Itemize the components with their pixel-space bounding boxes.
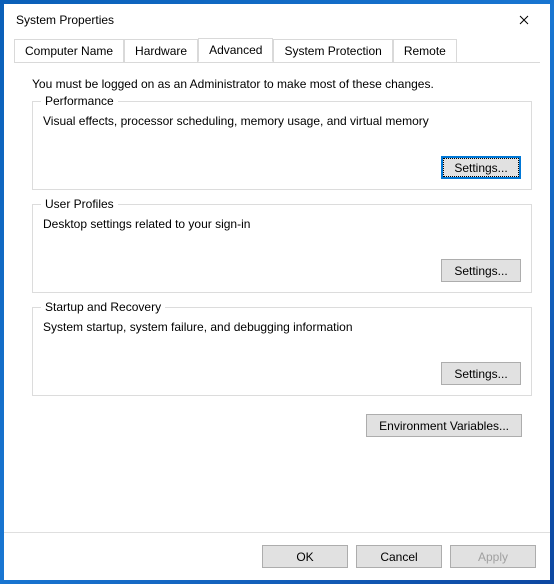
user-profiles-desc: Desktop settings related to your sign-in	[43, 217, 521, 231]
startup-recovery-group: Startup and Recovery System startup, sys…	[32, 307, 532, 396]
tab-system-protection[interactable]: System Protection	[273, 39, 392, 63]
startup-recovery-settings-button[interactable]: Settings...	[441, 362, 521, 385]
close-icon[interactable]	[506, 6, 542, 34]
performance-desc: Visual effects, processor scheduling, me…	[43, 114, 521, 128]
tab-strip: Computer Name Hardware Advanced System P…	[4, 38, 550, 62]
user-profiles-legend: User Profiles	[41, 197, 118, 211]
environment-variables-button[interactable]: Environment Variables...	[366, 414, 522, 437]
intro-text: You must be logged on as an Administrato…	[32, 77, 532, 91]
titlebar: System Properties	[4, 4, 550, 36]
user-profiles-settings-button[interactable]: Settings...	[441, 259, 521, 282]
tab-computer-name[interactable]: Computer Name	[14, 39, 124, 63]
ok-button[interactable]: OK	[262, 545, 348, 568]
startup-recovery-legend: Startup and Recovery	[41, 300, 165, 314]
cancel-button[interactable]: Cancel	[356, 545, 442, 568]
user-profiles-group: User Profiles Desktop settings related t…	[32, 204, 532, 293]
apply-button[interactable]: Apply	[450, 545, 536, 568]
window-title: System Properties	[16, 13, 506, 27]
performance-settings-button[interactable]: Settings...	[441, 156, 521, 179]
advanced-panel: You must be logged on as an Administrato…	[4, 63, 550, 532]
tab-advanced[interactable]: Advanced	[198, 38, 273, 62]
tab-remote[interactable]: Remote	[393, 39, 457, 63]
performance-legend: Performance	[41, 94, 118, 108]
dialog-button-row: OK Cancel Apply	[4, 532, 550, 580]
tab-underline	[14, 62, 540, 63]
system-properties-window: System Properties Computer Name Hardware…	[4, 4, 550, 580]
tab-hardware[interactable]: Hardware	[124, 39, 198, 63]
startup-recovery-desc: System startup, system failure, and debu…	[43, 320, 521, 334]
performance-group: Performance Visual effects, processor sc…	[32, 101, 532, 190]
